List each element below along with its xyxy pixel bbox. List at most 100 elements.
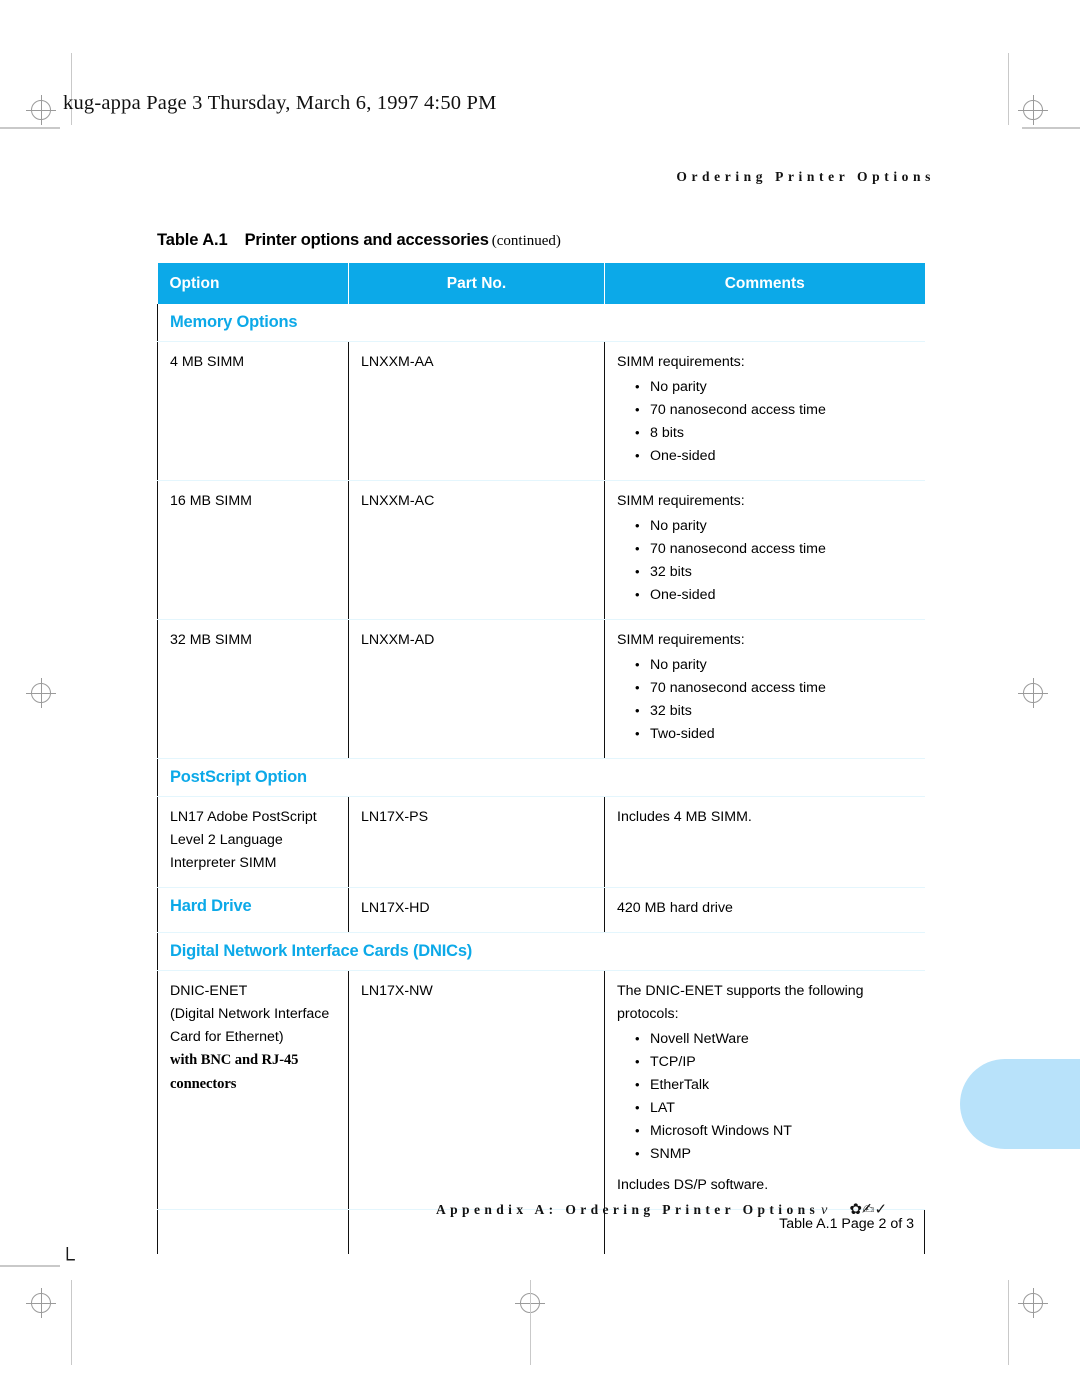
- bullet-glyph: •: [635, 564, 640, 579]
- crop-line-top-right-horizontal: [1022, 127, 1080, 129]
- registration-horizontal-bar: [1018, 692, 1048, 694]
- list-item-label: Microsoft Windows NT: [650, 1123, 792, 1139]
- cell-option: 4 MB SIMM: [157, 341, 349, 481]
- table-caption-title: Printer options and accessories: [244, 231, 489, 249]
- comments-trailing-note: Includes DS/P software.: [617, 1177, 769, 1193]
- list-item-label: 32 bits: [650, 564, 692, 580]
- cell-option-line-1: LN17 Adobe PostScript: [170, 809, 317, 825]
- column-header-comments: Comments: [604, 263, 925, 304]
- list-item-label: EtherTalk: [650, 1077, 710, 1093]
- crop-line-bottom-right-vertical: [1008, 1280, 1009, 1365]
- list-item: • One-sided: [617, 445, 915, 468]
- cell-part-no: LN17X-PS: [348, 796, 605, 888]
- crop-line-top-left-horizontal: [0, 127, 60, 129]
- list-item: • No parity: [617, 515, 915, 538]
- cell-option-line-1: DNIC-ENET: [170, 983, 248, 999]
- crop-line-top-right-vertical: [1008, 53, 1009, 125]
- list-item-label: 70 nanosecond access time: [650, 541, 826, 557]
- list-item-label: No parity: [650, 379, 707, 395]
- list-item: • EtherTalk: [617, 1074, 915, 1097]
- cell-comments: SIMM requirements: • No parity • 70 nanose…: [604, 619, 925, 759]
- list-item-label: LAT: [650, 1100, 675, 1116]
- list-item-label: 70 nanosecond access time: [650, 680, 826, 696]
- table-row: DNIC-ENET (Digital Network Interface Car…: [157, 970, 925, 1210]
- column-header-part-no: Part No.: [348, 263, 605, 304]
- cell-option: 32 MB SIMM: [157, 619, 349, 759]
- bullet-glyph: •: [635, 726, 640, 741]
- cell-option: LN17 Adobe PostScript Level 2 Language I…: [157, 796, 349, 888]
- list-item: • 8 bits: [617, 422, 915, 445]
- list-item: • SNMP: [617, 1143, 915, 1166]
- bullet-glyph: •: [635, 1077, 640, 1092]
- cell-option: 16 MB SIMM: [157, 480, 349, 620]
- comments-intro: The DNIC-ENET supports the following pro…: [617, 983, 864, 1022]
- registration-mark-bottom-left: [26, 1288, 56, 1318]
- list-item-label: Two-sided: [650, 726, 715, 742]
- bullet-glyph: •: [635, 1146, 640, 1161]
- registration-horizontal-bar: [1018, 109, 1048, 111]
- crop-line-bottom-left-horizontal: [0, 1265, 60, 1267]
- list-item: • No parity: [617, 376, 915, 399]
- list-item: • Novell NetWare: [617, 1028, 915, 1051]
- cell-part-no: LN17X-HD: [348, 887, 605, 933]
- list-item: • Two-sided: [617, 723, 915, 746]
- list-item: • TCP/IP: [617, 1051, 915, 1074]
- list-item-label: 8 bits: [650, 425, 684, 441]
- registration-circle: [1023, 100, 1043, 120]
- list-item: • 70 nanosecond access time: [617, 399, 915, 422]
- list-item: • 32 bits: [617, 700, 915, 723]
- column-header-option: Option: [157, 263, 349, 304]
- bullet-glyph: •: [635, 518, 640, 533]
- registration-horizontal-bar: [1018, 1302, 1048, 1304]
- registration-vertical-bar: [40, 95, 42, 125]
- registration-vertical-bar: [40, 1288, 42, 1318]
- cell-comments: 420 MB hard drive: [604, 887, 925, 933]
- registration-horizontal-bar: [26, 1302, 56, 1304]
- section-heading-hard-drive: Hard Drive: [157, 887, 349, 933]
- registration-vertical-bar: [40, 678, 42, 708]
- registration-circle: [31, 683, 51, 703]
- cell-comments: Includes 4 MB SIMM.: [604, 796, 925, 888]
- section-heading-row: Memory Options: [157, 304, 925, 342]
- registration-horizontal-bar: [26, 692, 56, 694]
- cell-part-no: LNXXM-AD: [348, 619, 605, 759]
- list-item: • 32 bits: [617, 561, 915, 584]
- cell-option-bold-line-2: connectors: [170, 1075, 237, 1092]
- cell-part-no: LNXXM-AC: [348, 480, 605, 620]
- section-heading-row: PostScript Option: [157, 758, 925, 797]
- cell-comments: SIMM requirements: • No parity • 70 nanose…: [604, 480, 925, 620]
- crop-line-bottom-center-vertical: [530, 1280, 531, 1365]
- cell-option-line-2: Level 2 Language: [170, 832, 283, 848]
- bullet-glyph: •: [635, 541, 640, 556]
- registration-horizontal-bar: [26, 109, 56, 111]
- cell-option-bold-line-1: with BNC and RJ-45: [170, 1052, 299, 1068]
- list-item-label: TCP/IP: [650, 1054, 696, 1070]
- bullet-glyph: •: [635, 1031, 640, 1046]
- table-row: LN17 Adobe PostScript Level 2 Language I…: [157, 796, 925, 888]
- bullet-glyph: •: [635, 587, 640, 602]
- registration-circle: [31, 100, 51, 120]
- table-footer-spacer-left: [157, 1209, 349, 1254]
- crop-line-bottom-left-vertical: [71, 1280, 72, 1365]
- registration-circle: [31, 1293, 51, 1313]
- section-heading-dnics: Digital Network Interface Cards (DNICs): [157, 932, 925, 971]
- registration-mark-middle-left: [26, 678, 56, 708]
- bullet-glyph: •: [635, 703, 640, 718]
- cell-option-line-3: Card for Ethernet): [170, 1029, 284, 1045]
- bullet-glyph: •: [635, 425, 640, 440]
- bullet-glyph: •: [635, 448, 640, 463]
- table-row: 32 MB SIMM LNXXM-AD SIMM requirements: •…: [157, 619, 925, 759]
- comments-bullet-list: • No parity • 70 nanosecond access time • 3…: [617, 654, 915, 746]
- table-row: 16 MB SIMM LNXXM-AC SIMM requirements: •…: [157, 480, 925, 620]
- list-item-label: No parity: [650, 518, 707, 534]
- comments-intro: SIMM requirements:: [617, 354, 745, 370]
- table-caption-label: Table A.1: [157, 231, 228, 249]
- table-caption-continued: (continued): [491, 233, 561, 249]
- file-header-line: kug-appa Page 3 Thursday, March 6, 1997 …: [63, 92, 497, 114]
- bullet-glyph: •: [635, 1054, 640, 1069]
- registration-mark-middle-right: [1018, 678, 1048, 708]
- registration-mark-top-left: [26, 95, 56, 125]
- registration-mark-bottom-right: [1018, 1288, 1048, 1318]
- registration-vertical-bar: [1032, 678, 1034, 708]
- list-item: • 70 nanosecond access time: [617, 538, 915, 561]
